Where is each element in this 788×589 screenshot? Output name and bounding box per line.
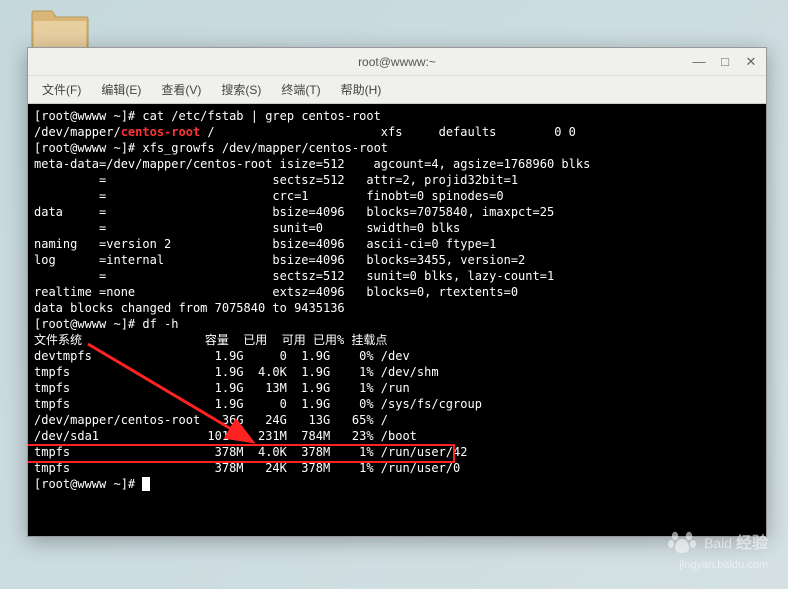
- grep-match: centos-root: [121, 125, 200, 139]
- terminal-output: [root@wwww ~]# cat /etc/fstab | grep cen…: [34, 108, 760, 492]
- close-button[interactable]: ✕: [744, 55, 758, 69]
- cursor: [142, 477, 150, 491]
- watermark-url: jingyan.baidu.com: [666, 559, 768, 571]
- menubar: 文件(F) 编辑(E) 查看(V) 搜索(S) 终端(T) 帮助(H): [28, 76, 766, 104]
- minimize-button[interactable]: —: [692, 55, 706, 69]
- menu-help[interactable]: 帮助(H): [333, 77, 390, 102]
- window-title: root@wwww:~: [358, 55, 436, 69]
- window-controls: — □ ✕: [692, 55, 758, 69]
- baidu-paw-icon: [666, 525, 698, 557]
- desktop-folder-icon: [30, 5, 90, 53]
- window-titlebar[interactable]: root@wwww:~ — □ ✕: [28, 48, 766, 76]
- watermark-brand: Baid 经验: [704, 529, 768, 553]
- menu-terminal[interactable]: 终端(T): [273, 77, 328, 102]
- maximize-button[interactable]: □: [718, 55, 732, 69]
- watermark: Baid 经验 jingyan.baidu.com: [666, 525, 768, 571]
- menu-edit[interactable]: 编辑(E): [93, 77, 149, 102]
- menu-search[interactable]: 搜索(S): [213, 77, 269, 102]
- menu-view[interactable]: 查看(V): [153, 77, 209, 102]
- terminal-content[interactable]: [root@wwww ~]# cat /etc/fstab | grep cen…: [28, 104, 766, 536]
- menu-file[interactable]: 文件(F): [34, 77, 89, 102]
- terminal-window: root@wwww:~ — □ ✕ 文件(F) 编辑(E) 查看(V) 搜索(S…: [27, 47, 767, 537]
